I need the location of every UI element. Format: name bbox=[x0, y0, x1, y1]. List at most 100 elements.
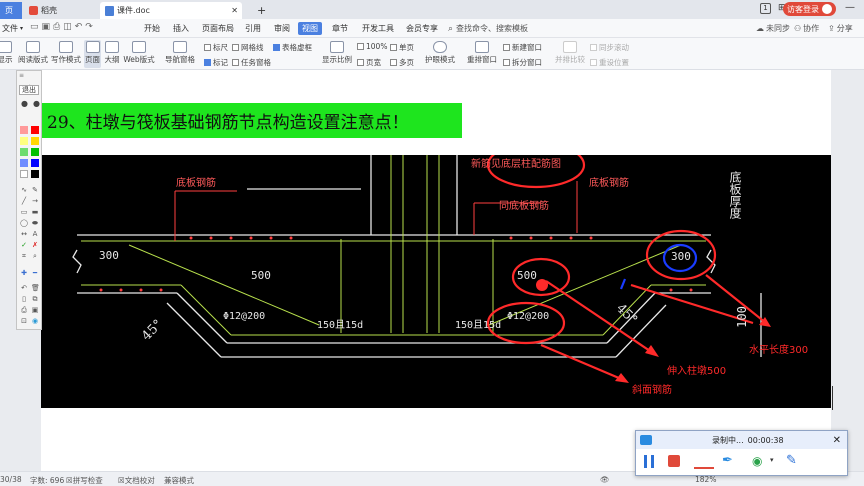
screenshot-icon[interactable]: ⊡ bbox=[20, 317, 28, 325]
writing-mode-button[interactable]: 写作模式 bbox=[50, 41, 82, 65]
zoom-button[interactable]: 显示比例 bbox=[320, 41, 354, 65]
guest-login-button[interactable]: 访客登录 bbox=[783, 2, 836, 16]
print-icon[interactable]: ⎙ bbox=[53, 22, 63, 32]
text-icon[interactable]: A bbox=[31, 230, 39, 238]
undo-draw-icon[interactable]: ↶ bbox=[20, 284, 28, 292]
exit-button[interactable]: 退出 bbox=[19, 85, 39, 95]
trash-icon[interactable]: 🗑 bbox=[31, 284, 40, 292]
print-draw-icon[interactable]: ⎙ bbox=[20, 306, 28, 314]
word-count[interactable]: 字数: 696 bbox=[30, 475, 64, 486]
web-layout-button[interactable]: Web版式 bbox=[123, 41, 155, 65]
menu-reference[interactable]: 引用 bbox=[241, 22, 265, 35]
reset-position-button[interactable]: 重设位置 bbox=[590, 57, 629, 68]
arrange-windows-button[interactable]: 重排窗口 bbox=[464, 41, 500, 65]
color-swatch-light-blue[interactable] bbox=[20, 159, 28, 167]
ellipse-icon[interactable]: ◯ bbox=[20, 219, 28, 227]
side-by-side-button[interactable]: 并排比较 bbox=[554, 41, 586, 65]
menu-review[interactable]: 审阅 bbox=[270, 22, 294, 35]
share-button[interactable]: ⇪ 分享 bbox=[824, 22, 857, 35]
color-swatch-blue[interactable] bbox=[31, 159, 39, 167]
panel-handle-icon[interactable]: ≡ bbox=[19, 72, 24, 79]
eye-status-icon[interactable]: 👁 bbox=[600, 475, 610, 484]
line-width-icon[interactable] bbox=[694, 467, 714, 469]
page-view-button[interactable]: 页面 bbox=[84, 40, 101, 68]
page-indicator[interactable]: 30/38 bbox=[0, 475, 22, 484]
color-swatch-green[interactable] bbox=[31, 148, 39, 156]
freehand-icon[interactable]: ∿ bbox=[20, 186, 28, 194]
outline-button[interactable]: 大纲 bbox=[103, 41, 121, 65]
zoom-100-button[interactable]: 100% bbox=[357, 42, 387, 51]
zoom-level[interactable]: 182% bbox=[695, 475, 716, 484]
open-icon[interactable]: ▭ bbox=[30, 22, 42, 32]
double-arrow-icon[interactable]: ↔ bbox=[20, 230, 28, 238]
close-tab-icon[interactable]: ✕ bbox=[231, 6, 238, 15]
window-count-badge[interactable]: 1 bbox=[760, 3, 771, 14]
color-swatch-light-green[interactable] bbox=[20, 148, 28, 156]
copy-icon[interactable]: ⧉ bbox=[31, 295, 39, 303]
menu-view[interactable]: 视图 bbox=[298, 22, 322, 35]
tab-home[interactable]: 页 bbox=[0, 2, 22, 19]
menu-home[interactable]: 开始 bbox=[140, 22, 164, 35]
color-swatch-white[interactable] bbox=[20, 170, 28, 178]
menu-developer[interactable]: 开发工具 bbox=[358, 22, 398, 35]
pen-draw-icon[interactable]: ✎ bbox=[786, 453, 797, 468]
sync-scroll-button[interactable]: 同步滚动 bbox=[590, 42, 629, 53]
table-gridlines-checkbox[interactable]: 表格虚框 bbox=[273, 42, 312, 53]
markup-checkbox[interactable]: 标记 bbox=[204, 57, 228, 68]
eye-protection-button[interactable]: 护眼模式 bbox=[424, 41, 456, 65]
navigation-pane-button[interactable]: 导航窗格 bbox=[162, 41, 198, 65]
show-button[interactable]: 显示 bbox=[0, 41, 14, 65]
single-page-button[interactable]: 单页 bbox=[390, 42, 414, 53]
new-window-button[interactable]: 新建窗口 bbox=[503, 42, 542, 53]
new-tab-button[interactable]: + bbox=[252, 2, 266, 19]
color-swatch-yellow[interactable] bbox=[31, 137, 39, 145]
rectangle-icon[interactable]: ▭ bbox=[20, 208, 28, 216]
filled-rectangle-icon[interactable]: ▬ bbox=[31, 208, 39, 216]
gridlines-checkbox[interactable]: 网格线 bbox=[232, 42, 264, 53]
new-page-icon[interactable]: ▯ bbox=[20, 295, 28, 303]
save-icon[interactable]: ▣ bbox=[42, 22, 54, 32]
menu-page-layout[interactable]: 页面布局 bbox=[198, 22, 238, 35]
tab-document[interactable]: 课件.doc ✕ bbox=[100, 2, 242, 19]
zoom-in-icon[interactable]: ✚ bbox=[20, 269, 28, 277]
page-width-button[interactable]: 页宽 bbox=[357, 57, 381, 68]
minimize-icon[interactable]: — bbox=[845, 2, 855, 13]
split-window-button[interactable]: 拆分窗口 bbox=[503, 57, 542, 68]
menu-member[interactable]: 会员专享 bbox=[402, 22, 442, 35]
color-swatch-light-yellow[interactable] bbox=[20, 137, 28, 145]
pause-icon[interactable] bbox=[644, 455, 654, 468]
tab-wps[interactable]: 稻壳 bbox=[24, 2, 92, 19]
quick-access-toolbar[interactable]: ▭▣⎙◫↶↷ bbox=[30, 22, 96, 32]
line-icon[interactable]: ╱ bbox=[20, 197, 28, 205]
redo-icon[interactable]: ↷ bbox=[85, 22, 96, 32]
filled-ellipse-icon[interactable]: ⬬ bbox=[31, 219, 39, 227]
menu-chapter[interactable]: 章节 bbox=[328, 22, 352, 35]
highlighter-icon[interactable]: ✒ bbox=[722, 453, 733, 468]
menu-insert[interactable]: 插入 bbox=[169, 22, 193, 35]
ruler-checkbox[interactable]: 标尺 bbox=[204, 42, 228, 53]
save-draw-icon[interactable]: ▣ bbox=[31, 306, 39, 314]
task-pane-checkbox[interactable]: 任务窗格 bbox=[232, 57, 271, 68]
webcam-dropdown-icon[interactable]: ▾ bbox=[770, 456, 774, 464]
magnify-icon[interactable]: ⌕ bbox=[31, 252, 39, 260]
sync-status[interactable]: ☁ 未同步 bbox=[752, 22, 794, 35]
zoom-out-icon[interactable]: ━ bbox=[31, 269, 39, 277]
preview-icon[interactable]: ◫ bbox=[63, 22, 75, 32]
collaborate-button[interactable]: ⚇ 协作 bbox=[790, 22, 823, 35]
color-swatch-red[interactable] bbox=[31, 126, 39, 134]
color-swatch-black[interactable] bbox=[31, 170, 39, 178]
brush-size-large[interactable]: ●● bbox=[21, 99, 45, 108]
check-icon[interactable]: ✓ bbox=[20, 241, 28, 249]
webcam-icon[interactable]: ◉ bbox=[752, 454, 762, 468]
stop-icon[interactable] bbox=[668, 455, 680, 467]
globe-icon[interactable]: ◉ bbox=[31, 317, 39, 325]
reading-layout-button[interactable]: 阅读版式 bbox=[18, 41, 48, 65]
multi-page-button[interactable]: 多页 bbox=[390, 57, 414, 68]
pen-tool-icon[interactable]: ✎ bbox=[31, 186, 39, 194]
spell-check-status[interactable]: ☒拼写检查 bbox=[66, 475, 103, 486]
cross-icon[interactable]: ✗ bbox=[31, 241, 39, 249]
arrow-icon[interactable]: → bbox=[31, 197, 39, 205]
close-icon[interactable]: ✕ bbox=[833, 435, 841, 446]
file-menu[interactable]: 文件 ▾ bbox=[0, 22, 27, 35]
proofread-status[interactable]: ☒文档校对 bbox=[118, 475, 155, 486]
